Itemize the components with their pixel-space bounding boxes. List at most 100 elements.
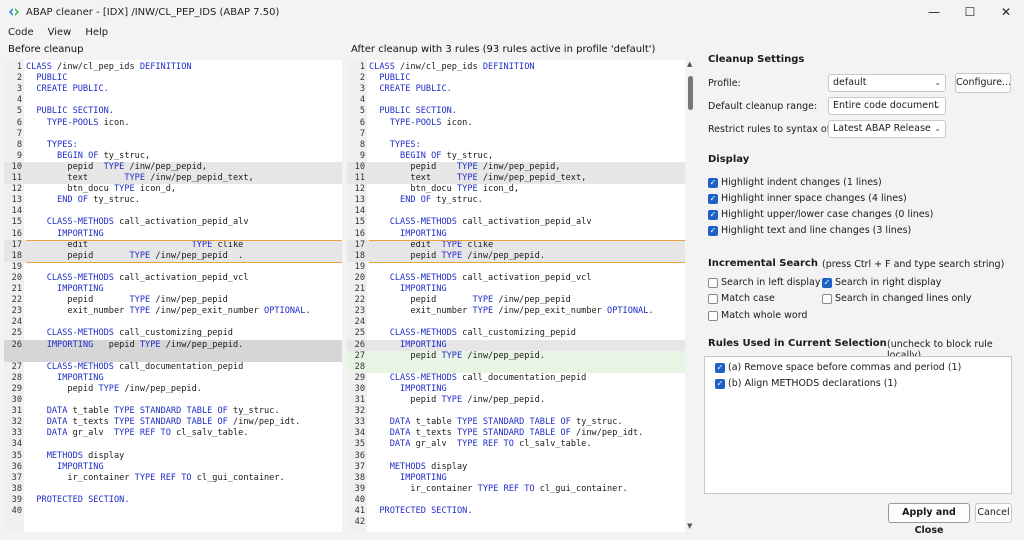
before-code-line: 37 ir_container TYPE REF TO cl_gui_conta… [4,473,342,484]
after-code-line: 6 TYPE-POOLS icon. [347,118,685,129]
after-code-line: 33 DATA t_table TYPE STANDARD TABLE OF t… [347,417,685,428]
cancel-button[interactable]: Cancel [975,503,1012,523]
search-left-label: Search in left display [721,277,821,288]
code-text: CLASS-METHODS call_documentation_pepid [46,361,244,372]
profile-value: default [833,77,867,88]
before-code-line: 35 METHODS display [4,451,342,462]
line-number: 41 [354,506,365,516]
match-case-checkbox[interactable]: Match case [708,293,775,304]
menu-bar: Code View Help [0,24,1024,41]
search-changed-checkbox[interactable]: Search in changed lines only [822,293,972,304]
window-title: ABAP cleaner - [IDX] /INW/CL_PEP_IDS (AB… [26,6,280,18]
highlight-text-line-label: Highlight text and line changes (3 lines… [721,225,912,236]
restrict-select[interactable]: Latest ABAP Release ⌄ [828,120,946,138]
change-marker-line [26,261,342,263]
before-code-editor[interactable]: 1 CLASS /inw/cl_pep_ids DEFINITION 2 PUBLI… [4,60,342,532]
after-code-line: 17 edit TYPE clike [347,239,685,251]
line-number: 20 [354,272,365,283]
line-number: 37 [354,461,365,472]
line-number: 21 [354,284,365,294]
profile-select[interactable]: default ⌄ [828,74,946,92]
match-whole-word-checkbox[interactable]: Match whole word [708,310,807,321]
line-number: 30 [11,395,22,405]
code-text: TYPES: [389,139,421,150]
after-code-line: 40 [347,495,685,506]
code-text: pepid TYPE /inw/pep_pepid, [26,161,208,172]
line-number: 33 [354,417,365,428]
line-number: 34 [11,439,22,450]
rules-list[interactable]: ✓ (a) Remove space before commas and peri… [704,356,1012,494]
before-code-line: 14 [4,206,342,217]
change-marker-line [26,239,342,241]
before-code-line: 38 [4,484,342,495]
scroll-down-icon[interactable]: ▼ [687,522,692,530]
search-right-label: Search in right display [835,277,942,288]
configure-button[interactable]: Configure... [955,73,1011,93]
search-left-checkbox[interactable]: Search in left display [708,277,820,288]
range-select[interactable]: Entire code document ⌄ [828,97,946,115]
code-text: DATA gr_alv TYPE REF TO cl_salv_table. [389,439,592,450]
scroll-up-icon[interactable]: ▲ [687,60,692,68]
line-number: 12 [354,184,365,195]
before-code-line: 20 CLASS-METHODS call_activation_pepid_v… [4,273,342,284]
code-text: text TYPE /inw/pep_pepid_text, [369,173,587,183]
line-number: 5 [16,106,22,117]
before-code-line: 24 [4,317,342,328]
before-code-line: 30 [4,395,342,406]
highlight-inner-space-checkbox[interactable]: ✓ Highlight inner space changes (4 lines) [708,193,907,204]
apply-and-close-button[interactable]: Apply and Close [888,503,970,536]
after-code-line: 34 DATA t_texts TYPE STANDARD TABLE OF /… [347,428,685,439]
chevron-down-icon: ⌄ [934,124,941,133]
scroll-thumb[interactable] [688,76,693,110]
rule-item-remove-space[interactable]: ✓ (a) Remove space before commas and peri… [715,362,961,373]
before-code-line: 6 TYPE-POOLS icon. [4,118,342,129]
line-number: 42 [354,517,365,528]
code-text: IMPORTING [57,284,104,294]
line-number: 35 [11,450,22,461]
line-number: 19 [11,261,22,272]
before-code-line: 40 [4,506,342,517]
search-right-checkbox[interactable]: ✓ Search in right display [822,277,941,288]
line-number: 7 [359,128,365,139]
line-number: 15 [354,217,365,228]
menu-code[interactable]: Code [8,27,34,38]
before-code-line: 3 CREATE PUBLIC. [4,84,342,95]
code-text: IMPORTING [400,339,447,350]
line-number: 21 [11,284,22,294]
before-code-line: 32 DATA t_texts TYPE STANDARD TABLE OF /… [4,417,342,428]
menu-help[interactable]: Help [85,27,108,38]
line-number: 8 [16,139,22,150]
highlight-indent-checkbox[interactable]: ✓ Highlight indent changes (1 lines) [708,177,882,188]
menu-view[interactable]: View [48,27,72,38]
line-number: 1 [16,62,22,72]
code-text: CREATE PUBLIC. [36,84,109,95]
rule-item-align-methods[interactable]: ✓ (b) Align METHODS declarations (1) [715,378,897,389]
before-code-line: 33 DATA gr_alv TYPE REF TO cl_salv_table… [4,428,342,439]
code-text: PUBLIC [379,73,411,84]
before-code-line: 36 IMPORTING [4,462,342,473]
after-code-line: 10 pepid TYPE /inw/pep_pepid, [347,161,685,173]
after-code-line: 14 [347,206,685,217]
code-text: PUBLIC SECTION. [379,106,457,117]
minimize-button[interactable]: — [916,0,952,24]
line-number: 27 [11,361,22,372]
after-code-line: 35 DATA gr_alv TYPE REF TO cl_salv_table… [347,439,685,450]
before-code-line: 5 PUBLIC SECTION. [4,106,342,117]
line-number: 4 [16,95,22,106]
rule-label: (a) Remove space before commas and perio… [728,362,962,373]
before-code-line: 2 PUBLIC [4,73,342,84]
after-code-line: 11 text TYPE /inw/pep_pepid_text, [347,173,685,185]
before-code-line: 22 pepid TYPE /inw/pep_pepid [4,295,342,306]
highlight-case-checkbox[interactable]: ✓ Highlight upper/lower case changes (0 l… [708,209,933,220]
maximize-button[interactable]: ☐ [952,0,988,24]
after-code-editor[interactable]: 1 CLASS /inw/cl_pep_ids DEFINITION 2 PUBLI… [347,60,685,532]
before-code-line: 18 pepid TYPE /inw/pep_pepid . [4,250,342,262]
code-text: IMPORTING [57,228,104,239]
line-number: 12 [11,184,22,195]
code-text: TYPE-POOLS icon. [389,117,473,128]
close-button[interactable]: ✕ [988,0,1024,24]
code-text: PROTECTED SECTION. [36,494,130,505]
highlight-text-line-checkbox[interactable]: ✓ Highlight text and line changes (3 line… [708,225,911,236]
change-marker-line [369,239,685,241]
vertical-scrollbar[interactable]: ▲ ▼ [686,60,696,532]
